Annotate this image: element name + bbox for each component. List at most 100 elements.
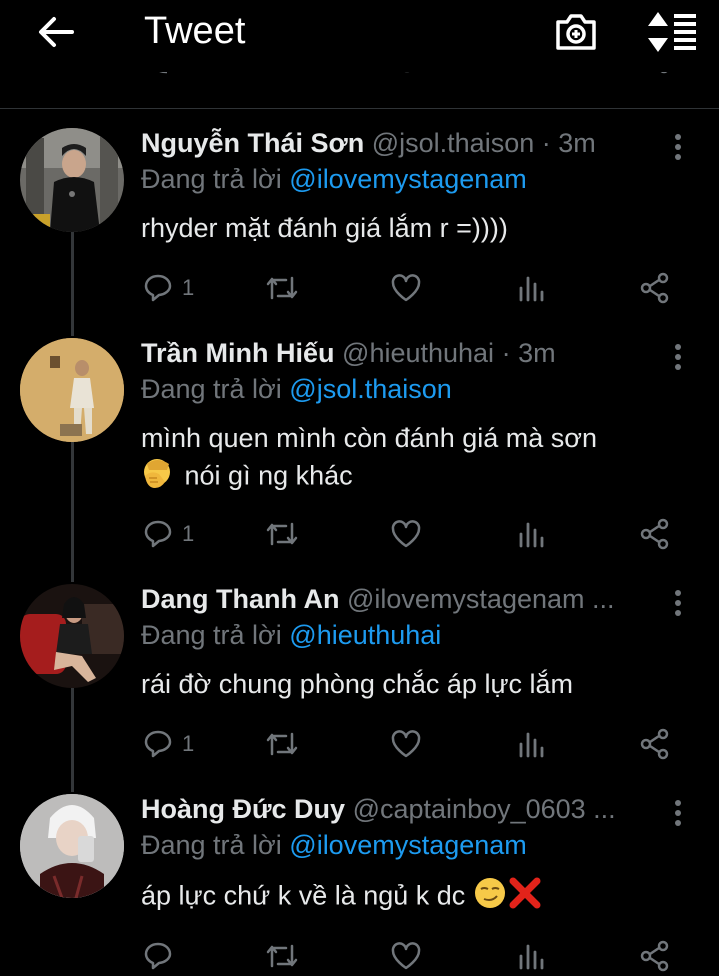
analytics-button[interactable] [516,514,546,554]
share-button[interactable] [640,936,670,976]
more-options-icon[interactable] [666,132,690,162]
stats-icon[interactable] [518,72,548,82]
cross-mark-icon [507,876,543,919]
share-icon [640,518,669,550]
timestamp: · 3m [501,338,556,368]
display-name[interactable]: Hoàng Đức Duy [141,794,345,824]
tweet-text-line-2: nói gì ng khác [184,460,353,491]
avatar[interactable] [20,794,124,898]
tweet-text: rhyder mặt đánh giá lắm r =)))) [141,213,508,243]
retweet-icon [266,522,298,546]
analytics-button[interactable] [516,268,546,308]
back-arrow-icon[interactable] [34,10,78,54]
replying-to: Đang trả lời @jsol.thaison [141,372,452,406]
tweet-actions: 1 [0,268,719,308]
analytics-icon [519,276,544,302]
share-icon[interactable] [644,72,674,82]
mention-link[interactable]: @ilovemystagenam [289,830,527,860]
like-button[interactable] [390,724,422,764]
tweet-text-content: áp lực chứ k về là ngủ k dc [141,880,466,911]
display-name[interactable]: Trần Minh Hiếu [141,338,335,368]
analytics-button[interactable] [516,936,546,976]
more-options-icon[interactable] [666,798,690,828]
display-name[interactable]: Nguyễn Thái Sơn [141,128,364,158]
mention-link[interactable]: @hieuthuhai [289,620,441,650]
tweet-item[interactable]: Dang Thanh An @ilovemystagenam ... Đang … [0,582,719,772]
tweet-item[interactable]: Hoàng Đức Duy @captainboy_0603 ... Đang … [0,792,719,972]
avatar[interactable] [20,584,124,688]
avatar[interactable] [20,338,124,442]
reply-count: 1 [182,275,195,300]
share-button[interactable] [640,268,670,308]
like-button[interactable] [390,514,422,554]
smirk-emoji-icon [473,876,507,919]
retweet-icon [266,732,298,756]
share-button[interactable] [640,514,670,554]
previous-tweet-actions [0,72,719,94]
retweet-button[interactable] [264,268,300,308]
analytics-icon [519,944,544,970]
tweet-item[interactable]: Trần Minh Hiếu @hieuthuhai · 3m Đang trả… [0,336,719,566]
tweet-text: rái đờ chung phòng chắc áp lực lắm [141,669,574,699]
top-app-bar: Tweet [0,0,719,109]
share-icon [640,728,669,760]
tweet-text: mình quen mình còn đánh giá mà sơn nói g… [141,420,681,499]
reply-button[interactable]: 1 [142,724,194,764]
tweet-header: Hoàng Đức Duy @captainboy_0603 ... [141,792,661,826]
reply-count: 1 [182,731,195,756]
like-icon[interactable] [392,72,422,82]
retweet-button[interactable] [264,936,300,976]
replying-to-label: Đang trả lời [141,164,282,194]
page-title: Tweet [144,10,246,52]
replying-to-label: Đang trả lời [141,620,282,650]
tweet-actions [0,936,719,976]
mention-link[interactable]: @jsol.thaison [289,374,452,404]
display-name[interactable]: Dang Thanh An [141,584,339,614]
more-options-icon[interactable] [666,342,690,372]
avatar[interactable] [20,128,124,232]
analytics-button[interactable] [516,724,546,764]
replying-to-label: Đang trả lời [141,830,282,860]
heart-icon [391,942,421,970]
tweet-text: áp lực chứ k về là ngủ k dc [141,876,681,919]
analytics-icon [519,522,544,548]
retweet-icon [266,276,298,300]
retweet-button[interactable] [264,724,300,764]
tweet-header: Dang Thanh An @ilovemystagenam ... [141,582,661,616]
retweet-icon[interactable] [268,72,298,82]
like-button[interactable] [390,268,422,308]
like-button[interactable] [390,936,422,976]
reply-icon [144,274,172,302]
tweet-header: Nguyễn Thái Sơn @jsol.thaison · 3m [141,126,661,160]
tweet-text-line: mình quen mình còn đánh giá mà sơn [141,423,597,453]
replying-to-label: Đang trả lời [141,374,282,404]
facepalm-emoji-icon [141,456,177,499]
share-icon [640,272,669,304]
share-button[interactable] [640,724,670,764]
tweet-text-line: nói gì ng khác [141,456,681,499]
share-icon [640,940,669,972]
timestamp: · 3m [541,128,596,158]
retweet-button[interactable] [264,514,300,554]
retweet-icon [266,944,298,968]
reply-button[interactable] [142,936,174,976]
user-handle[interactable]: @ilovemystagenam ... [347,584,615,614]
heart-icon [391,520,421,548]
reply-icon [144,942,172,970]
camera-icon[interactable] [552,10,600,54]
mention-link[interactable]: @ilovemystagenam [289,164,527,194]
user-handle[interactable]: @jsol.thaison [372,128,535,158]
heart-icon [391,274,421,302]
reply-icon[interactable] [148,72,178,82]
user-handle[interactable]: @hieuthuhai [342,338,494,368]
reply-button[interactable]: 1 [142,514,194,554]
replying-to: Đang trả lời @hieuthuhai [141,618,441,652]
replying-to: Đang trả lời @ilovemystagenam [141,162,527,196]
user-handle[interactable]: @captainboy_0603 ... [353,794,616,824]
reply-count: 1 [182,521,195,546]
reply-button[interactable]: 1 [142,268,194,308]
more-options-icon[interactable] [666,588,690,618]
tweet-actions: 1 [0,514,719,554]
tweet-item[interactable]: Nguyễn Thái Sơn @jsol.thaison · 3m Đang … [0,126,719,316]
sort-icon[interactable] [644,10,698,54]
